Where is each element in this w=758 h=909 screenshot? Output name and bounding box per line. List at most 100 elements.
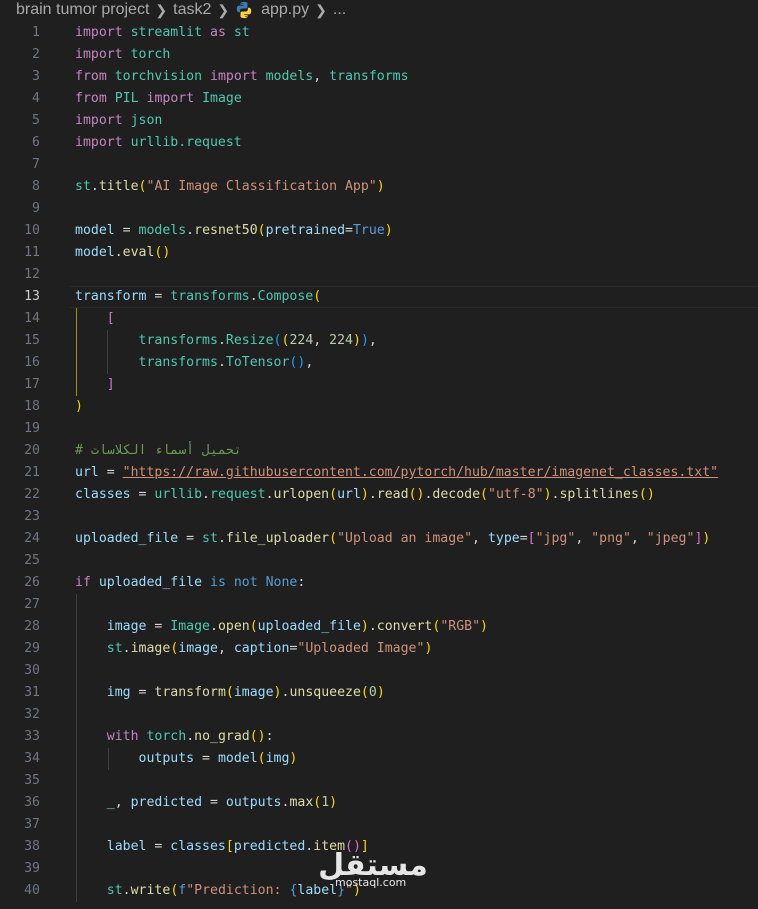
line-number: 23: [24, 509, 40, 524]
line-number: 12: [24, 267, 40, 282]
code-token: =: [202, 795, 226, 810]
code-token: torch: [130, 47, 171, 62]
code-line[interactable]: 23: [0, 506, 758, 528]
code-line[interactable]: 9: [0, 198, 758, 220]
code-line[interactable]: 31 img = transform(image).unsqueeze(0): [0, 682, 758, 704]
code-token: _: [106, 795, 115, 810]
code-token: torch: [146, 729, 187, 744]
code-line[interactable]: 15 transforms.Resize((224, 224)),: [0, 330, 758, 352]
line-number: 11: [24, 245, 40, 260]
code-token: outputs: [138, 751, 195, 766]
code-token: # تحميل أسماء الكلاسات: [75, 443, 242, 458]
code-line[interactable]: 7: [0, 154, 758, 176]
breadcrumb-subfolder[interactable]: task2: [173, 1, 211, 19]
code-line[interactable]: 6 import urllib.request: [0, 132, 758, 154]
code-token: .: [217, 531, 226, 546]
code-line[interactable]: 30: [0, 660, 758, 682]
code-line[interactable]: 8 st.title("AI Image Classification App"): [0, 176, 758, 198]
code-line[interactable]: 1 import streamlit as st: [0, 22, 758, 44]
breadcrumb-more[interactable]: ...: [333, 1, 346, 19]
code-line[interactable]: 13 transform = transforms.Compose(: [0, 286, 758, 308]
code-token: transform: [154, 685, 226, 700]
code-token: ): [352, 333, 361, 348]
code-token: [: [225, 839, 234, 854]
code-line[interactable]: 35: [0, 770, 758, 792]
code-token: ): [384, 223, 393, 238]
code-line[interactable]: 20 # تحميل أسماء الكلاسات: [0, 440, 758, 462]
code-token: (: [257, 223, 266, 238]
code-text: url = "https://raw.githubusercontent.com…: [75, 462, 718, 484]
code-line[interactable]: 17 ]: [0, 374, 758, 396]
code-token: [: [527, 531, 536, 546]
code-token: :: [297, 575, 306, 590]
code-line[interactable]: 11 model.eval(): [0, 242, 758, 264]
code-token: ): [376, 179, 385, 194]
code-token: convert: [376, 619, 433, 634]
code-line[interactable]: 37: [0, 814, 758, 836]
code-token: =: [130, 487, 155, 502]
code-line[interactable]: 2 import torch: [0, 44, 758, 66]
code-line[interactable]: 18): [0, 396, 758, 418]
code-token: .: [368, 487, 377, 502]
code-text: ]: [75, 374, 115, 396]
code-token: .: [368, 619, 377, 634]
code-token: ): [329, 795, 338, 810]
code-line[interactable]: 25: [0, 550, 758, 572]
code-token: import: [210, 69, 258, 84]
code-line[interactable]: 10 model = models.resnet50(pretrained=Tru…: [0, 220, 758, 242]
code-token: transforms: [170, 289, 250, 304]
code-line[interactable]: 5 import json: [0, 110, 758, 132]
code-line[interactable]: 14 [: [0, 308, 758, 330]
code-line[interactable]: 16 transforms.ToTensor(),: [0, 352, 758, 374]
chevron-right-icon: ❯: [315, 1, 327, 18]
code-token: PIL: [114, 91, 139, 106]
code-line[interactable]: 24 uploaded_file = st.file_uploader("Uplo…: [0, 528, 758, 550]
code-line[interactable]: 29 st.image(image, caption="Uploaded Ima…: [0, 638, 758, 660]
code-token: write: [130, 883, 171, 898]
code-token: ,: [630, 531, 647, 546]
code-text: import torch: [75, 44, 170, 66]
code-line[interactable]: 12: [0, 264, 758, 286]
code-line[interactable]: 26 if uploaded_file is not None:: [0, 572, 758, 594]
watermark-url: mostaql.com: [335, 876, 407, 889]
code-line[interactable]: 27: [0, 594, 758, 616]
code-editor[interactable]: 1 import streamlit as st 2 import torch 3 fro…: [0, 22, 758, 909]
code-token: 224: [289, 333, 314, 348]
code-token: ): [702, 531, 711, 546]
code-line[interactable]: 21 url = "https://raw.githubusercontent.c…: [0, 462, 758, 484]
code-token: st: [106, 883, 123, 898]
code-line[interactable]: 3 from torchvision import models, transfo…: [0, 66, 758, 88]
code-text: import urllib.request: [75, 132, 242, 154]
code-token: .: [249, 289, 258, 304]
code-token: title: [98, 179, 139, 194]
code-token: (): [154, 245, 171, 260]
code-token: ,: [305, 355, 314, 370]
breadcrumb-folder[interactable]: brain tumor project: [16, 1, 149, 19]
code-token: [: [106, 311, 115, 326]
code-line[interactable]: 28 image = Image.open(uploaded_file).con…: [0, 616, 758, 638]
code-line[interactable]: 36 _, predicted = outputs.max(1): [0, 792, 758, 814]
code-token: resnet50: [194, 223, 258, 238]
line-number: 10: [24, 223, 40, 238]
code-line[interactable]: 22 classes = urllib.request.urlopen(url).…: [0, 484, 758, 506]
code-line[interactable]: 4 from PIL import Image: [0, 88, 758, 110]
code-token: "utf-8": [488, 487, 544, 502]
line-number: 19: [24, 421, 40, 436]
code-line[interactable]: 19: [0, 418, 758, 440]
code-line[interactable]: 32: [0, 704, 758, 726]
line-number: 8: [32, 179, 40, 194]
code-token: request: [210, 487, 266, 502]
breadcrumb-file[interactable]: app.py: [261, 1, 309, 19]
code-line[interactable]: 34 outputs = model(img): [0, 748, 758, 770]
line-number: 27: [24, 597, 40, 612]
code-line[interactable]: 33 with torch.no_grad():: [0, 726, 758, 748]
code-token: ): [289, 751, 298, 766]
code-token: (: [329, 487, 338, 502]
code-token: transform: [75, 289, 147, 304]
code-token: =: [98, 465, 123, 480]
code-token: ): [424, 641, 433, 656]
